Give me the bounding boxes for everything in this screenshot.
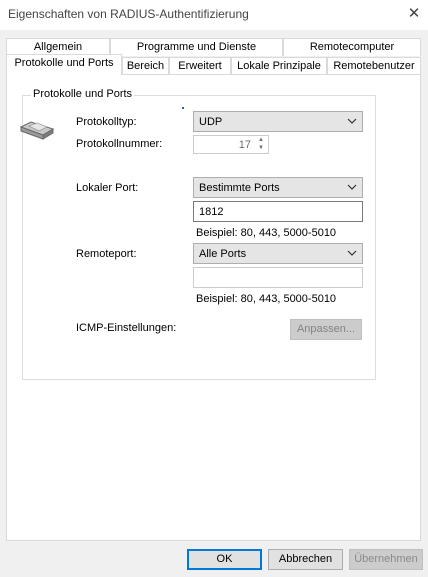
tab-erweitert[interactable]: Erweitert bbox=[169, 57, 231, 75]
ok-button[interactable]: OK bbox=[187, 549, 262, 570]
protocol-number-label: Protokollnummer: bbox=[76, 138, 163, 150]
remote-port-label: Remoteport: bbox=[76, 248, 137, 260]
local-port-mode-dropdown[interactable]: Bestimmte Ports bbox=[193, 177, 363, 198]
protocol-type-value: UDP bbox=[199, 116, 223, 128]
cancel-button[interactable]: Abbrechen bbox=[268, 549, 343, 570]
apply-button[interactable]: Übernehmen bbox=[349, 549, 423, 570]
tab-remotebenutzer[interactable]: Remotebenutzer bbox=[327, 57, 421, 75]
title-bar: Eigenschaften von RADIUS-Authentifizieru… bbox=[0, 0, 428, 30]
local-port-label: Lokaler Port: bbox=[76, 182, 139, 194]
spin-buttons: ▲ ▼ bbox=[255, 137, 267, 152]
chevron-down-icon bbox=[347, 250, 357, 256]
chevron-down-icon bbox=[347, 184, 357, 190]
local-port-example: Beispiel: 80, 443, 5000-5010 bbox=[196, 227, 337, 239]
remote-port-example: Beispiel: 80, 443, 5000-5010 bbox=[196, 293, 337, 305]
tab-panel: Protokolle und Ports Protokolltyp: UDP P… bbox=[6, 74, 421, 541]
tab-remotecomputer[interactable]: Remotecomputer bbox=[283, 38, 421, 56]
tab-protokolle-und-ports[interactable]: Protokolle und Ports bbox=[6, 54, 122, 75]
protocol-number-spinbox[interactable]: 17 ▲ ▼ bbox=[193, 135, 269, 154]
window-title: Eigenschaften von RADIUS-Authentifizieru… bbox=[8, 7, 249, 21]
remote-port-mode-dropdown[interactable]: Alle Ports bbox=[193, 243, 363, 264]
network-cable-icon bbox=[19, 121, 55, 140]
chevron-down-icon bbox=[347, 118, 357, 124]
spin-down-icon[interactable]: ▼ bbox=[255, 145, 267, 152]
spin-up-icon[interactable]: ▲ bbox=[255, 137, 267, 144]
local-port-input[interactable]: 1812 bbox=[193, 201, 363, 222]
local-port-value: 1812 bbox=[199, 206, 224, 218]
tab-programme-und-dienste[interactable]: Programme und Dienste bbox=[110, 38, 283, 56]
group-label: Protokolle und Ports bbox=[31, 88, 135, 100]
protocol-type-dropdown[interactable]: UDP bbox=[193, 111, 363, 132]
local-port-mode-value: Bestimmte Ports bbox=[199, 182, 280, 194]
icmp-settings-label: ICMP-Einstellungen: bbox=[76, 322, 177, 334]
remote-port-mode-value: Alle Ports bbox=[199, 248, 247, 260]
close-icon[interactable]: ✕ bbox=[404, 4, 424, 24]
customize-icmp-button[interactable]: Anpassen... bbox=[290, 319, 362, 340]
focus-dot bbox=[182, 107, 184, 109]
tab-bereich[interactable]: Bereich bbox=[122, 57, 169, 75]
protocol-number-value: 17 bbox=[238, 139, 251, 151]
tab-lokale-prinzipale[interactable]: Lokale Prinzipale bbox=[231, 57, 327, 75]
remote-port-input[interactable] bbox=[193, 267, 363, 288]
protocol-type-label: Protokolltyp: bbox=[76, 116, 137, 128]
